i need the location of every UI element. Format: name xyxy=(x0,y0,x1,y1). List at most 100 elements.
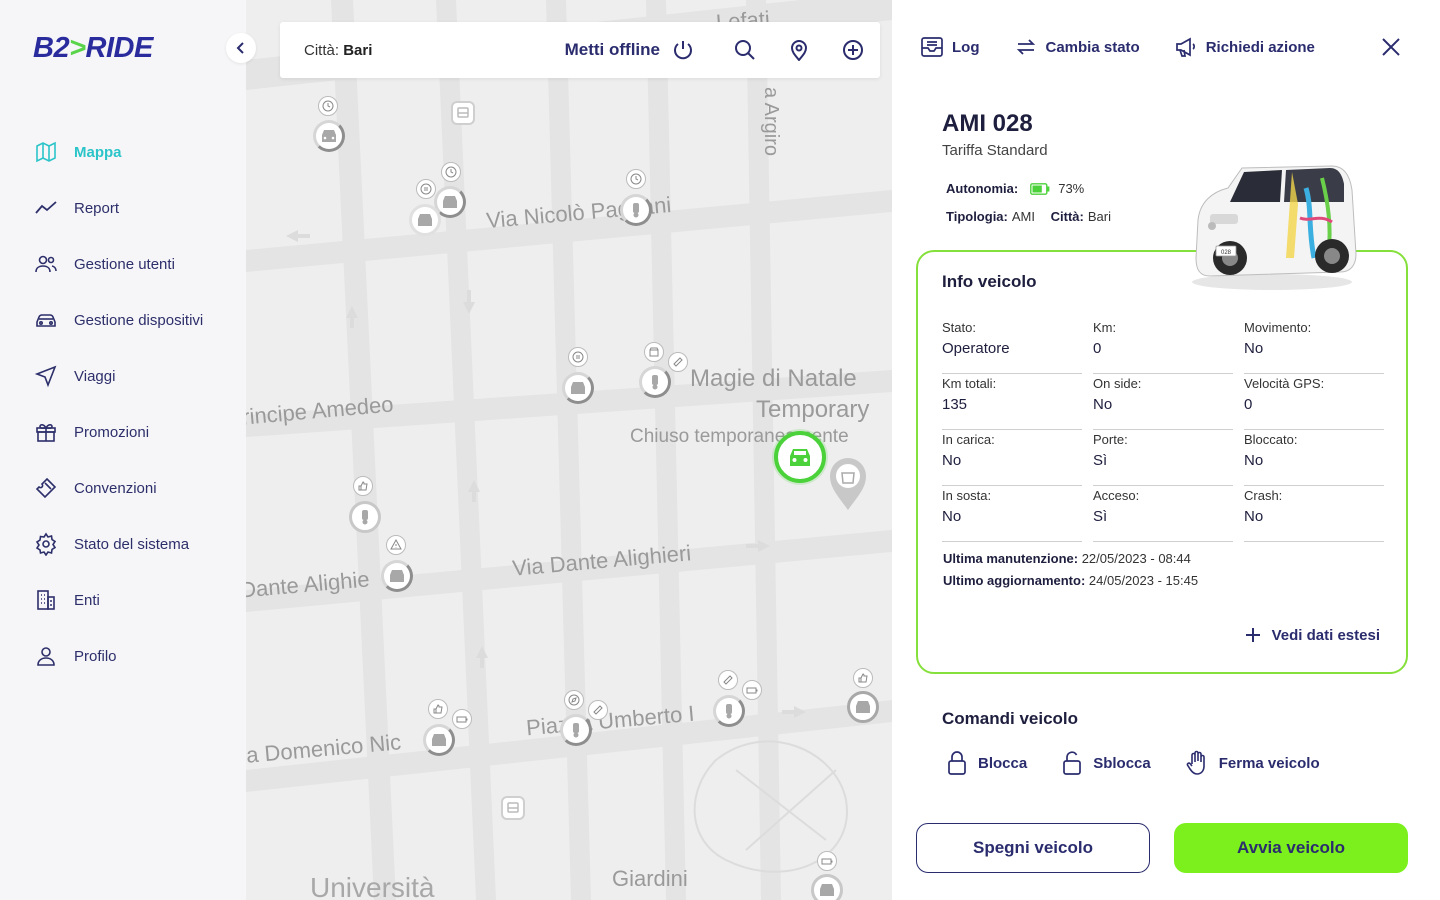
sidebar-item-label: Promozioni xyxy=(74,423,150,441)
field-value: No xyxy=(942,452,962,469)
log-label: Log xyxy=(952,38,980,56)
vehicle-marker-car[interactable] xyxy=(423,724,455,756)
vehicle-marker-scooter[interactable] xyxy=(620,194,652,226)
close-panel-button[interactable] xyxy=(1380,36,1402,63)
unlock-button[interactable]: Sblocca xyxy=(1061,750,1151,776)
search-button[interactable] xyxy=(718,22,772,78)
change-state-label: Cambia stato xyxy=(1045,38,1140,56)
location-pin-icon xyxy=(790,40,808,61)
collapse-sidebar-button[interactable] xyxy=(226,33,256,63)
city-selector[interactable]: Città: Bari xyxy=(304,42,372,59)
vehicle-marker-scooter[interactable] xyxy=(639,366,671,398)
city-label: Città: xyxy=(304,41,340,59)
last-update: Ultimo aggiornamento: 24/05/2023 - 15:45 xyxy=(943,570,1198,592)
go-offline-button[interactable]: Metti offline xyxy=(565,39,694,61)
info-field: Km totali: 135 xyxy=(942,374,1082,430)
field-label: In sosta: xyxy=(942,488,992,503)
field-label: Porte: xyxy=(1093,432,1128,447)
start-vehicle-button[interactable]: Avvia veicolo xyxy=(1174,823,1408,873)
sidebar-item-gestione-dispositivi[interactable]: Gestione dispositivi xyxy=(0,292,246,348)
field-label: Stato: xyxy=(942,320,976,335)
change-state-button[interactable]: Cambia stato xyxy=(1014,36,1140,58)
vehicle-tariff: Tariffa Standard xyxy=(942,142,1048,159)
shop-pin-icon[interactable] xyxy=(828,456,868,517)
sidebar-item-promozioni[interactable]: Promozioni xyxy=(0,404,246,460)
vehicle-marker-car[interactable] xyxy=(811,874,843,900)
close-icon xyxy=(1382,38,1400,56)
selected-vehicle-marker[interactable] xyxy=(774,431,826,483)
field-label: Movimento: xyxy=(1244,320,1312,335)
lock-button[interactable]: Blocca xyxy=(946,750,1027,776)
info-field: In sosta: No xyxy=(942,486,1082,542)
vehicle-marker-car[interactable] xyxy=(409,204,441,236)
sidebar-item-profilo[interactable]: Profilo xyxy=(0,628,246,684)
field-value: No xyxy=(942,508,962,525)
sidebar-item-label: Report xyxy=(74,199,120,217)
map-view[interactable]: Lefati a Argiro Via Nicolò Pagnani rinci… xyxy=(246,0,892,900)
info-field: Porte: Sì xyxy=(1093,430,1233,486)
field-value: Sì xyxy=(1093,452,1108,469)
sidebar-item-label: Convenzioni xyxy=(74,479,157,497)
sidebar-item-convenzioni[interactable]: Convenzioni xyxy=(0,460,246,516)
vehicle-marker-scooter[interactable] xyxy=(349,501,381,533)
turn-off-vehicle-button[interactable]: Spegni veicolo xyxy=(916,823,1150,873)
sidebar-item-label: Profilo xyxy=(74,647,117,665)
info-field: Crash: No xyxy=(1244,486,1384,542)
info-field: Movimento: No xyxy=(1244,318,1384,374)
lock-label: Blocca xyxy=(978,754,1028,772)
field-label: Velocità GPS: xyxy=(1244,376,1325,391)
vehicle-marker-car[interactable] xyxy=(313,120,345,152)
vehicle-marker-car[interactable] xyxy=(381,560,413,592)
street-label: Giardini xyxy=(612,866,688,891)
bus-stop-icon xyxy=(501,796,525,820)
add-button[interactable] xyxy=(826,22,880,78)
battery-status-icon xyxy=(452,709,472,729)
chart-line-icon xyxy=(33,195,59,221)
ticket-icon xyxy=(33,475,59,501)
sidebar-item-viaggi[interactable]: Viaggi xyxy=(0,348,246,404)
swap-arrows-icon xyxy=(1016,39,1035,55)
field-value: No xyxy=(1093,396,1113,413)
street-label: Università xyxy=(310,872,435,900)
vehicle-detail-panel: Log Cambia stato Richiedi azione AMI 028… xyxy=(892,0,1440,900)
sidebar-item-mappa[interactable]: Mappa xyxy=(0,124,246,180)
info-field: Stato: Operatore xyxy=(942,318,1082,374)
sidebar-item-gestione-utenti[interactable]: Gestione utenti xyxy=(0,236,246,292)
vehicle-marker-car[interactable] xyxy=(847,691,879,723)
car-icon xyxy=(33,307,59,333)
building-icon xyxy=(33,587,59,613)
field-value: No xyxy=(1244,508,1264,525)
bandage-status-icon xyxy=(718,670,738,690)
type-value: AMI xyxy=(1011,209,1035,224)
log-button[interactable]: Log xyxy=(920,36,980,58)
view-extended-data-link[interactable]: Vedi dati estesi xyxy=(1244,626,1380,644)
user-icon xyxy=(33,643,59,669)
info-field: Velocità GPS: 0 xyxy=(1244,374,1384,430)
sidebar-item-stato-del-sistema[interactable]: Stato del sistema xyxy=(0,516,246,572)
vehicle-marker-scooter[interactable] xyxy=(713,695,745,727)
users-icon xyxy=(33,251,59,277)
vehicle-name: AMI 028 xyxy=(942,110,1033,137)
sidebar-item-report[interactable]: Report xyxy=(0,180,246,236)
clock-status-icon xyxy=(441,162,461,182)
last-maintenance: Ultima manutenzione: 22/05/2023 - 08:44 xyxy=(943,548,1198,570)
vehicle-marker-scooter[interactable] xyxy=(560,714,592,746)
info-field: Km: 0 xyxy=(1093,318,1233,374)
field-label: Km: xyxy=(1093,320,1117,335)
hand-stop-icon xyxy=(1186,750,1205,775)
request-action-button[interactable]: Richiedi azione xyxy=(1174,36,1315,58)
street-label: Temporary xyxy=(756,396,870,423)
search-icon xyxy=(735,40,755,60)
vehicle-marker-car[interactable] xyxy=(562,372,594,404)
vehicle-autonomy: Autonomia: 73% xyxy=(946,181,1084,196)
field-label: Crash: xyxy=(1244,488,1283,503)
gift-icon xyxy=(33,419,59,445)
sidebar-item-enti[interactable]: Enti xyxy=(0,572,246,628)
location-button[interactable] xyxy=(772,22,826,78)
stop-vehicle-button[interactable]: Ferma veicolo xyxy=(1185,750,1320,776)
gear-icon xyxy=(33,531,59,557)
type-label: Tipologia: xyxy=(946,209,1008,224)
info-field: Acceso: Sì xyxy=(1093,486,1233,542)
car-plate-number: 028 xyxy=(1221,250,1232,256)
app-logo[interactable]: B2>RIDE xyxy=(33,32,153,65)
